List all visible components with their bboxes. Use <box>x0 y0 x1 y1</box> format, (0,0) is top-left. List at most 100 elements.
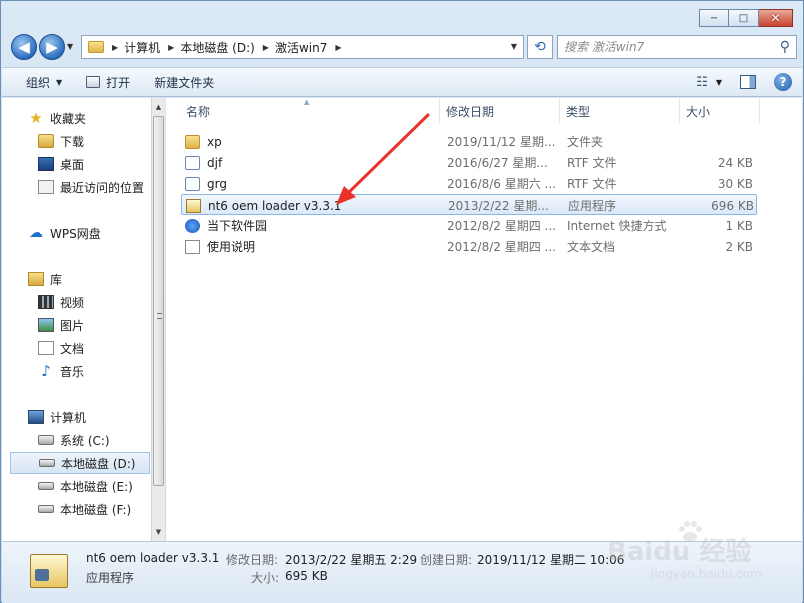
sidebar-item-recent-places[interactable]: 最近访问的位置 <box>2 176 152 198</box>
minimize-icon: − <box>709 12 719 24</box>
sidebar-item-label: 本地磁盘 (D:) <box>61 456 136 471</box>
exe-icon <box>30 554 68 588</box>
system-drive-icon <box>38 435 54 445</box>
recent-pages-dropdown[interactable]: ▼ <box>67 42 73 51</box>
folder-icon <box>88 41 104 53</box>
navigation-pane: ★ 收藏夹 下载 桌面 最近访问的位置 ☁ WPS网盘 库 视频 图片 文档 ♪… <box>2 98 152 541</box>
sidebar-item-documents[interactable]: 文档 <box>2 337 152 359</box>
window-caption-buttons: − □ ✕ <box>699 9 793 27</box>
scrollbar-thumb[interactable] <box>153 116 164 486</box>
open-label: 打开 <box>106 75 131 90</box>
search-icon[interactable]: ⚲ <box>780 39 790 55</box>
scroll-up-icon[interactable]: ▲ <box>152 100 165 114</box>
sidebar-item-label: 库 <box>50 272 63 287</box>
sidebar-item-videos[interactable]: 视频 <box>2 291 152 313</box>
video-library-icon <box>38 295 54 309</box>
sidebar-item-favorites[interactable]: ★ 收藏夹 <box>2 107 152 129</box>
view-options-dropdown[interactable]: ▼ <box>716 78 722 87</box>
sidebar-item-label: 桌面 <box>60 157 85 172</box>
desktop-icon <box>38 157 54 171</box>
star-icon: ★ <box>29 109 43 127</box>
breadcrumb-folder[interactable]: 激活win7 <box>275 39 327 56</box>
downloads-folder-icon <box>38 134 54 148</box>
chevron-right-icon: ▶ <box>112 42 119 52</box>
sidebar-item-drive-d[interactable]: 本地磁盘 (D:) <box>10 452 150 474</box>
arrow-shaft <box>340 113 430 201</box>
modified-date-label: 修改日期: <box>226 553 279 567</box>
sidebar-item-label: 文档 <box>60 341 85 356</box>
navigation-pane-scrollbar[interactable]: ▲ ▼ <box>151 98 165 541</box>
baidu-watermark: Baidu 经验 jingyan.baidu.com <box>607 521 767 581</box>
size-value: 695 KB <box>285 569 328 583</box>
explorer-window: − □ ✕ ◀ ▶ ▼ ▶ 计算机 ▶ 本地磁盘 (D:) ▶ 激活win7 ▶… <box>0 0 804 603</box>
selected-file-name: nt6 oem loader v3.3.1 <box>86 551 220 565</box>
preview-pane-icon[interactable] <box>740 75 756 89</box>
sidebar-item-desktop[interactable]: 桌面 <box>2 153 152 175</box>
chevron-right-icon: ▶ <box>262 42 269 52</box>
grip-icon <box>157 313 162 319</box>
back-button[interactable]: ◀ <box>11 34 37 60</box>
help-icon[interactable]: ? <box>774 73 792 91</box>
size-label: 大小: <box>251 571 280 585</box>
created-date-value: 2019/11/12 星期二 10:06 <box>477 553 625 567</box>
organize-label: 组织 <box>26 75 51 90</box>
sidebar-item-label: 视频 <box>60 295 85 310</box>
minimize-button[interactable]: − <box>699 9 729 27</box>
selected-file-type: 应用程序 <box>86 571 135 585</box>
sidebar-item-label: 最近访问的位置 <box>60 180 145 195</box>
hard-drive-icon <box>38 505 54 513</box>
sidebar-item-label: 图片 <box>60 318 85 333</box>
computer-icon <box>28 410 44 424</box>
close-button[interactable]: ✕ <box>759 9 793 27</box>
sidebar-item-label: 计算机 <box>50 410 87 425</box>
chevron-down-icon: ▼ <box>56 77 63 87</box>
created-date-label: 创建日期: <box>420 553 473 567</box>
sidebar-item-label: 音乐 <box>60 364 85 379</box>
new-folder-button[interactable]: 新建文件夹 <box>154 74 214 91</box>
maximize-button[interactable]: □ <box>729 9 759 27</box>
back-arrow-icon: ◀ <box>18 38 30 56</box>
search-box: ⚲ <box>557 35 797 59</box>
recent-places-icon <box>38 180 54 194</box>
sidebar-item-label: 收藏夹 <box>50 111 87 126</box>
sidebar-item-music[interactable]: ♪ 音乐 <box>2 360 152 382</box>
view-options-icon[interactable]: ☷ <box>696 75 708 90</box>
organize-button[interactable]: 组织 ▼ <box>26 74 62 91</box>
sidebar-item-computer[interactable]: 计算机 <box>2 406 152 428</box>
toolbar-right-controls: ☷ ▼ ? <box>696 73 792 91</box>
new-folder-label: 新建文件夹 <box>154 75 215 90</box>
breadcrumb-drive-d[interactable]: 本地磁盘 (D:) <box>180 39 254 56</box>
forward-button[interactable]: ▶ <box>39 34 65 60</box>
hard-drive-icon <box>38 482 54 490</box>
documents-library-icon <box>38 341 54 355</box>
sidebar-item-drive-e[interactable]: 本地磁盘 (E:) <box>2 475 152 497</box>
sidebar-item-downloads[interactable]: 下载 <box>2 130 152 152</box>
modified-date-value: 2013/2/22 星期五 2:29 <box>285 553 418 567</box>
sidebar-item-drive-f[interactable]: 本地磁盘 (F:) <box>2 498 152 520</box>
red-annotation-arrow <box>336 113 430 205</box>
chevron-right-icon: ▶ <box>168 42 175 52</box>
close-icon: ✕ <box>770 11 781 25</box>
sidebar-item-label: 系统 (C:) <box>60 433 110 448</box>
breadcrumb: ▶ 计算机 ▶ 本地磁盘 (D:) ▶ 激活win7 ▶ <box>104 39 348 56</box>
search-input[interactable] <box>564 40 764 54</box>
sidebar-item-libraries[interactable]: 库 <box>2 268 152 290</box>
sidebar-item-drive-c[interactable]: 系统 (C:) <box>2 429 152 451</box>
sidebar-item-pictures[interactable]: 图片 <box>2 314 152 336</box>
cloud-icon: ☁ <box>29 225 43 241</box>
sidebar-item-wps-cloud[interactable]: ☁ WPS网盘 <box>2 222 152 244</box>
scroll-down-icon[interactable]: ▼ <box>152 525 165 539</box>
open-button[interactable]: 打开 <box>86 74 130 91</box>
refresh-button[interactable]: ⟲ <box>527 35 553 59</box>
hard-drive-icon <box>39 459 55 467</box>
forward-arrow-icon: ▶ <box>46 38 58 56</box>
address-history-dropdown[interactable]: ▼ <box>511 42 517 51</box>
watermark-text: Baidu 经验 <box>607 537 752 567</box>
breadcrumb-computer[interactable]: 计算机 <box>124 39 160 56</box>
file-list: 名称 ▲ 修改日期 类型 大小 xp 2019/11/12 星期... 文件夹 … <box>166 98 802 541</box>
address-bar[interactable]: ▶ 计算机 ▶ 本地磁盘 (D:) ▶ 激活win7 ▶ ▼ <box>81 35 524 59</box>
music-note-icon: ♪ <box>41 362 51 380</box>
sidebar-item-label: 下载 <box>60 134 85 149</box>
watermark-url: jingyan.baidu.com <box>651 567 762 581</box>
sidebar-item-label: 本地磁盘 (F:) <box>60 502 132 517</box>
